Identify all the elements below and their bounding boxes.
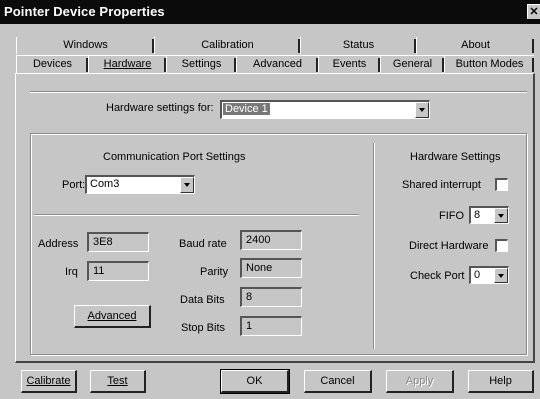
tab-settings[interactable]: Settings — [166, 55, 236, 73]
tab-devices[interactable]: Devices — [16, 55, 88, 73]
check-port-select-value: 0 — [474, 269, 481, 281]
test-button-label: Test — [107, 375, 128, 387]
ok-button[interactable]: OK — [220, 369, 290, 394]
direct-hardware-checkbox[interactable] — [495, 239, 508, 252]
chevron-down-icon[interactable] — [180, 177, 194, 193]
tab-status[interactable]: Status — [300, 37, 416, 54]
fifo-label: FIFO — [439, 210, 465, 222]
fifo-select-value: 8 — [474, 209, 481, 221]
stop-bits-field: 1 — [240, 316, 302, 336]
baud-rate-label: Baud rate — [179, 238, 227, 250]
horizontal-divider — [34, 214, 359, 216]
tab-hardware-label: Hardware — [103, 58, 152, 70]
address-label: Address — [38, 238, 79, 250]
tab-row-back: Windows Calibration Status About — [16, 37, 534, 54]
chevron-down-icon[interactable] — [415, 102, 429, 118]
apply-button[interactable]: Apply — [386, 370, 454, 393]
close-icon[interactable]: ✕ — [527, 4, 540, 19]
check-port-select[interactable]: 0 — [469, 266, 509, 284]
chevron-down-icon[interactable] — [494, 208, 508, 223]
tab-about[interactable]: About — [416, 37, 534, 54]
advanced-button-label: Advanced — [87, 310, 137, 322]
test-button[interactable]: Test — [90, 370, 146, 393]
parity-field: None — [240, 258, 302, 278]
shared-interrupt-checkbox[interactable] — [495, 178, 508, 191]
tab-events[interactable]: Events — [318, 55, 380, 73]
direct-hardware-label: Direct Hardware — [409, 240, 489, 252]
vertical-divider — [373, 143, 375, 349]
hardware-for-label: Hardware settings for: — [106, 102, 214, 114]
check-port-label: Check Port — [410, 270, 465, 282]
port-label: Port: — [62, 179, 86, 191]
irq-field: 11 — [87, 261, 149, 281]
chevron-down-icon[interactable] — [494, 268, 508, 283]
comm-port-heading: Communication Port Settings — [103, 151, 246, 163]
device-select-value: Device 1 — [223, 103, 270, 115]
advanced-button[interactable]: Advanced — [74, 305, 151, 328]
tab-advanced[interactable]: Advanced — [236, 55, 318, 73]
title-bar: Pointer Device Properties ✕ — [0, 0, 540, 24]
tab-calibration[interactable]: Calibration — [154, 37, 300, 54]
tab-windows[interactable]: Windows — [16, 37, 154, 54]
calibrate-button-label: Calibrate — [26, 375, 71, 387]
data-bits-field: 8 — [240, 287, 302, 307]
stop-bits-label: Stop Bits — [181, 322, 226, 334]
divider — [30, 91, 527, 93]
data-bits-label: Data Bits — [180, 294, 225, 306]
calibrate-button[interactable]: Calibrate — [21, 370, 77, 393]
tab-button-modes[interactable]: Button Modes — [444, 55, 534, 73]
tab-general[interactable]: General — [380, 55, 444, 73]
shared-interrupt-label: Shared interrupt — [402, 179, 481, 191]
parity-label: Parity — [200, 266, 229, 278]
baud-rate-field: 2400 — [240, 230, 302, 250]
help-button[interactable]: Help — [468, 370, 534, 393]
port-select-value: Com3 — [90, 178, 120, 190]
hardware-settings-heading: Hardware Settings — [410, 151, 501, 163]
irq-label: Irq — [65, 266, 78, 278]
window-title: Pointer Device Properties — [4, 4, 165, 19]
tab-hardware[interactable]: Hardware — [88, 55, 166, 73]
fifo-select[interactable]: 8 — [469, 206, 509, 224]
address-field: 3E8 — [87, 232, 149, 252]
tab-row-front: Devices Hardware Settings Advanced Event… — [16, 55, 534, 73]
device-select[interactable]: Device 1 — [220, 100, 430, 119]
port-select[interactable]: Com3 — [85, 175, 195, 194]
cancel-button[interactable]: Cancel — [304, 370, 372, 393]
